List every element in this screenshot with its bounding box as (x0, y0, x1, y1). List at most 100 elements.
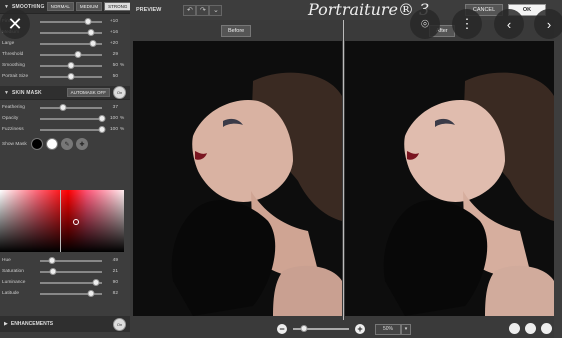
slider-row: Latitude 82 (0, 288, 130, 299)
eyedropper-icon[interactable]: ✎ (61, 138, 73, 150)
skin-mask-toggle[interactable]: On (113, 86, 126, 99)
slider-value[interactable]: 29 (102, 52, 118, 57)
history-buttons: ↶ ↷ ⌄ (183, 4, 223, 16)
split-horizontal-button[interactable] (525, 323, 536, 334)
automask-button[interactable]: AUTOMASK OFF (66, 88, 110, 97)
zoom-slider-thumb[interactable] (300, 325, 308, 332)
zoom-out-button[interactable]: − (277, 324, 287, 334)
slider-value[interactable]: 82 (102, 291, 118, 296)
zoom-bar: − + 50% ▾ (133, 320, 562, 338)
enhancements-header[interactable]: ▶ ENHANCEMENTS On (0, 316, 130, 332)
slider-row: Saturation 21 (0, 266, 130, 277)
skin-mask-sliders: Feathering 37 Opacity 100% Fuzziness 100% (0, 100, 130, 135)
medium-button[interactable]: MEDIUM (75, 2, 103, 11)
slider-thumb[interactable] (67, 61, 75, 69)
slider-label: Feathering (2, 105, 25, 110)
split-divider[interactable] (343, 20, 344, 320)
more-vertical-icon[interactable]: ⋮ (452, 9, 482, 39)
slider-row: Luminance 90 (0, 277, 130, 288)
zoom-slider[interactable] (293, 325, 349, 332)
zoom-in-button[interactable]: + (355, 324, 365, 334)
slider-track[interactable] (40, 28, 102, 36)
view-layout-buttons (509, 323, 552, 334)
slider-thumb[interactable] (67, 72, 75, 80)
collapse-icon[interactable]: ▼ (4, 4, 9, 10)
slider-track[interactable] (40, 267, 102, 275)
enhancements-toggle[interactable]: On (113, 317, 126, 331)
slider-thumb[interactable] (87, 28, 95, 36)
preview-area: Before After (133, 20, 554, 320)
zoom-value[interactable]: 50% (375, 323, 401, 335)
slider-label: Opacity (2, 116, 19, 121)
slider-track[interactable] (40, 256, 102, 264)
slider-track[interactable] (40, 39, 102, 47)
show-mask-row: Show Mask ✎ ✚ (0, 135, 130, 153)
split-vertical-button[interactable] (541, 323, 552, 334)
normal-button[interactable]: NORMAL (46, 2, 74, 11)
eyedropper-plus-icon[interactable]: ✚ (76, 138, 88, 150)
show-mask-label: Show Mask (2, 141, 27, 147)
slider-label: Latitude (2, 291, 20, 296)
slider-label: Smoothing (2, 63, 25, 68)
slider-value[interactable]: 21 (102, 269, 118, 274)
slider-label: Fuzziness (2, 127, 24, 132)
slider-thumb[interactable] (49, 267, 57, 275)
enhancements-title: ENHANCEMENTS (10, 321, 54, 327)
redo-icon[interactable]: ↷ (196, 4, 210, 16)
slider-track[interactable] (40, 50, 102, 58)
black-swatch[interactable] (31, 138, 43, 150)
slider-value[interactable]: +20 (102, 41, 118, 46)
slider-value[interactable]: 50 (102, 74, 118, 79)
next-arrow-icon[interactable]: › (534, 9, 562, 39)
slider-value[interactable]: 49 (102, 258, 118, 263)
slider-thumb[interactable] (92, 278, 100, 286)
undo-icon[interactable]: ↶ (183, 4, 197, 16)
zoom-dropdown-icon[interactable]: ▾ (401, 323, 411, 335)
slider-thumb[interactable] (89, 39, 97, 47)
color-gradient-picker[interactable] (0, 190, 124, 252)
skin-mask-header[interactable]: ▼ SKIN MASK AUTOMASK OFF On (0, 86, 130, 100)
app-window: ▼ SMOOTHING NORMAL MEDIUM STRONG Fine+10… (0, 0, 562, 338)
hue-marker[interactable] (60, 190, 61, 252)
slider-track[interactable] (40, 114, 106, 122)
collapse-icon[interactable]: ▼ (4, 90, 9, 96)
slider-row: Threshold 29 (0, 49, 130, 60)
slider-unit: % (120, 127, 125, 132)
close-icon[interactable]: ✕ (0, 9, 30, 39)
slider-thumb[interactable] (98, 114, 106, 122)
strong-button[interactable]: STRONG (104, 2, 132, 11)
previous-arrow-icon[interactable]: ‹ (494, 9, 524, 39)
slider-thumb[interactable] (87, 289, 95, 297)
color-marker[interactable] (73, 219, 79, 225)
slider-track[interactable] (40, 125, 106, 133)
slider-row: Portrait Size 50 (0, 71, 130, 82)
chevron-down-icon[interactable]: ⌄ (209, 4, 223, 16)
slider-track[interactable] (40, 61, 102, 69)
single-view-button[interactable] (509, 323, 520, 334)
before-label: Before (221, 25, 252, 37)
slider-thumb[interactable] (48, 256, 56, 264)
slider-row: Fuzziness 100% (0, 124, 130, 135)
slider-thumb[interactable] (98, 125, 106, 133)
slider-value[interactable]: 90 (102, 280, 118, 285)
slider-value[interactable]: 50 (102, 63, 118, 68)
slider-track[interactable] (40, 278, 102, 286)
slider-thumb[interactable] (59, 103, 67, 111)
slider-row: Opacity 100% (0, 113, 130, 124)
settings-panel: ▼ SMOOTHING NORMAL MEDIUM STRONG Fine+10… (0, 0, 132, 338)
slider-track[interactable] (40, 289, 102, 297)
slider-track[interactable] (40, 103, 102, 111)
slider-track[interactable] (40, 72, 102, 80)
slider-row: Feathering 37 (0, 102, 130, 113)
expand-icon[interactable]: ▶ (4, 321, 8, 327)
white-swatch[interactable] (46, 138, 58, 150)
slider-value[interactable]: 37 (102, 105, 118, 110)
slider-thumb[interactable] (74, 50, 82, 58)
slider-track[interactable] (40, 17, 102, 25)
slider-value[interactable]: +16 (102, 30, 118, 35)
portrait-before-image (133, 41, 342, 316)
after-image (345, 41, 554, 316)
lens-search-icon[interactable]: ⌾ (410, 9, 440, 39)
slider-value[interactable]: +10 (102, 19, 118, 24)
slider-thumb[interactable] (84, 17, 92, 25)
